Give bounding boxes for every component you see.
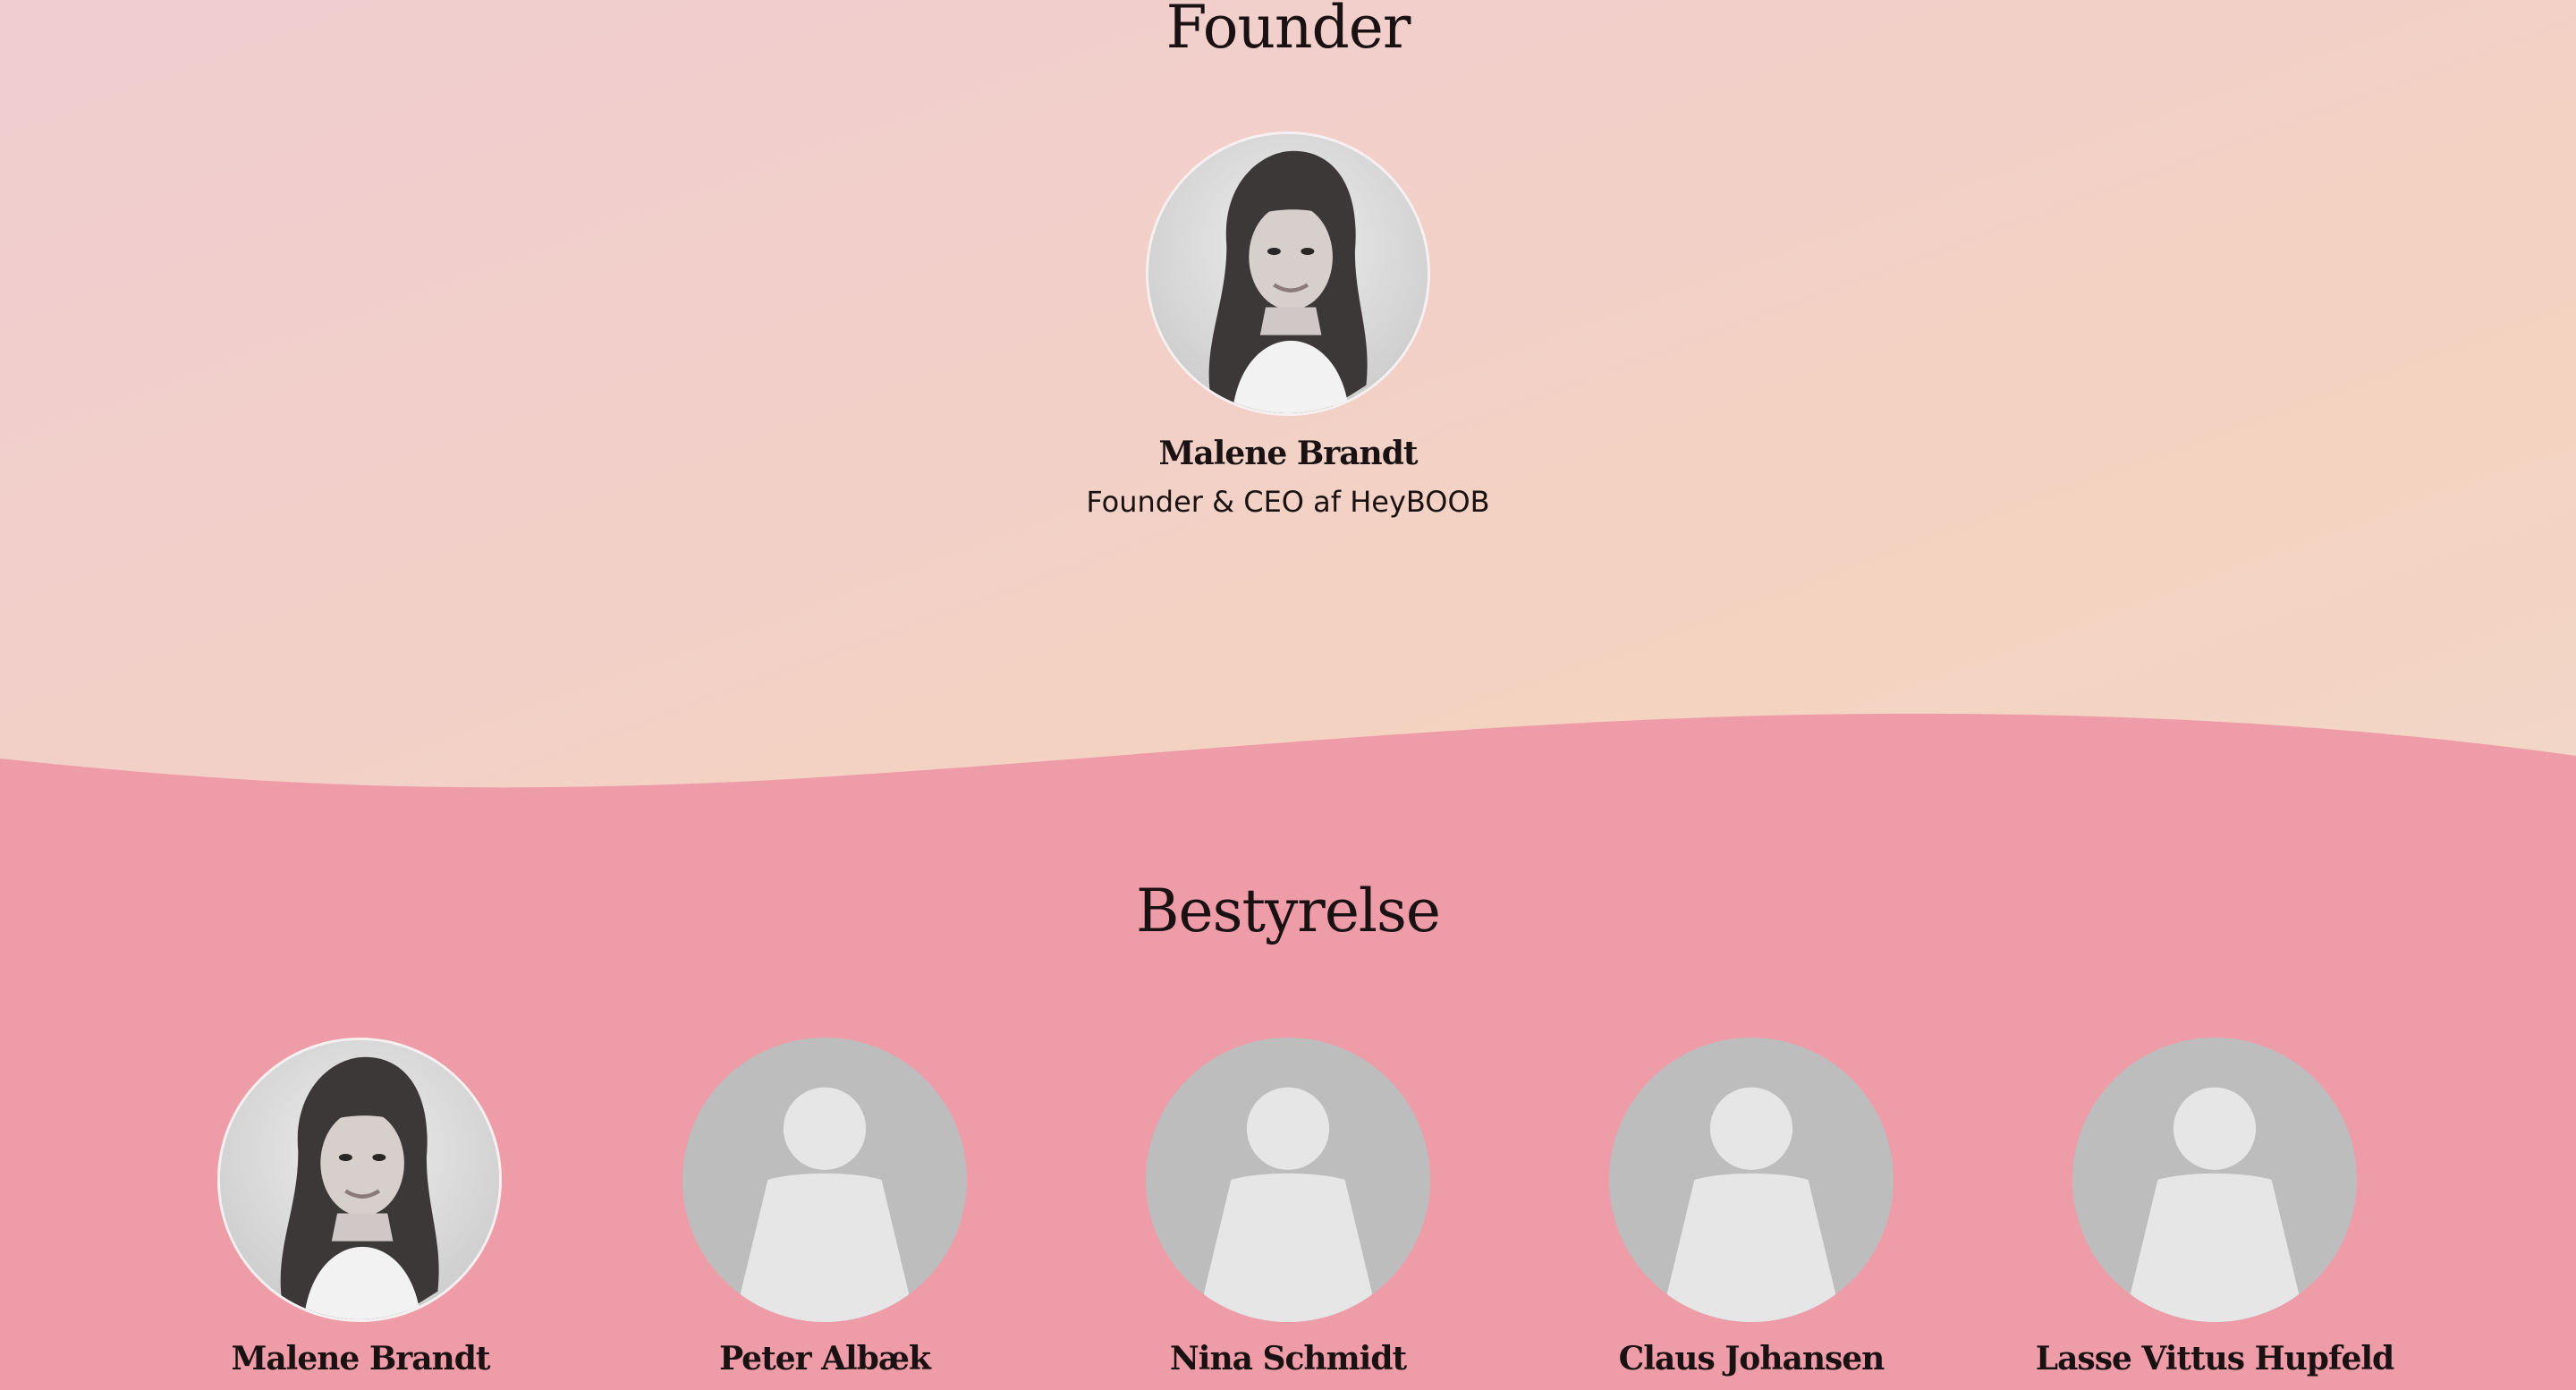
board-member-name: Claus Johansen [1618,1340,1885,1377]
board-heading: Bestyrelse [1136,877,1441,945]
board-member-name: Nina Schmidt [1169,1340,1407,1377]
founder-avatar-photo [1146,131,1430,416]
board-member-avatar [1609,1038,1894,1322]
founder-name: Malene Brandt [1158,435,1418,472]
portrait-icon [220,1040,499,1319]
board-member-avatar-photo [217,1038,502,1322]
board-member-avatar [2072,1038,2357,1322]
founder-role: Founder & CEO af HeyBOOB [1086,485,1490,519]
board-member-name: Malene Brandt [231,1340,490,1377]
board-member-name: Peter Albæk [719,1340,931,1377]
placeholder-avatar-icon [1197,1087,1379,1322]
board-member-avatar [1146,1038,1430,1322]
founder-heading: Founder [1165,0,1411,62]
section-wave-divider [0,713,2576,805]
board-member-name: Lasse Vittus Hupfeld [2035,1340,2394,1377]
portrait-icon [1148,134,1428,413]
placeholder-avatar-icon [2123,1087,2306,1322]
board-member-avatar [682,1038,967,1322]
placeholder-avatar-icon [733,1087,916,1322]
placeholder-avatar-icon [1660,1087,1843,1322]
